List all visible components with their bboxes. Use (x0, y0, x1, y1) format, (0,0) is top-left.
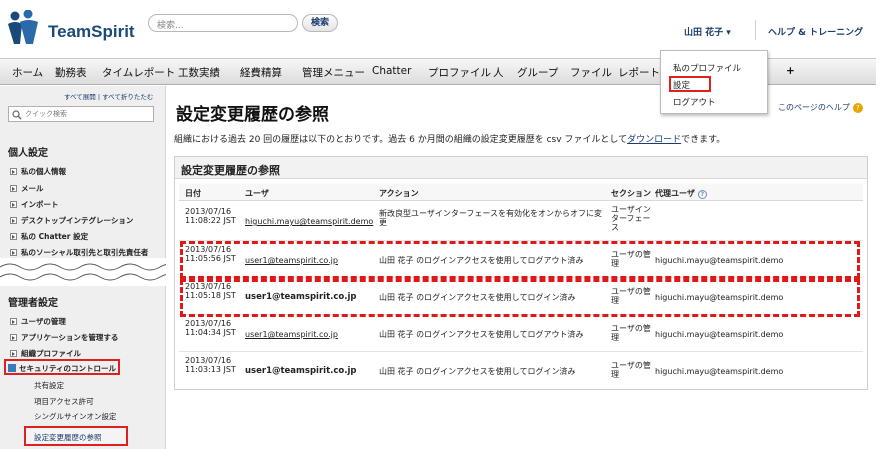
help-question-icon: ? (852, 103, 863, 113)
column-header-action: アクション (379, 189, 419, 198)
expand-icon (10, 233, 17, 240)
sidebar-item-import[interactable]: インポート (10, 199, 59, 210)
search-icon (12, 110, 22, 120)
search-button[interactable]: 検索 (302, 14, 338, 32)
tab-time-report[interactable]: タイムレポート (102, 65, 175, 80)
sidebar-item-company-profile[interactable]: 組織プロファイル (10, 348, 81, 359)
row-delegate-user: higuchi.mayu@teamspirit.demo (655, 367, 784, 376)
expand-icon (10, 168, 17, 175)
page-title: 設定変更履歴の参照 (176, 105, 329, 125)
user-dropdown-menu: 私のプロファイル 設定 ログアウト (660, 50, 768, 114)
table-row: 2013/07/16 11:04:34 JST user1@teamspirit… (179, 316, 863, 352)
column-header-section: セクション (611, 189, 651, 198)
column-header-delegate-user: 代理ユーザ? (655, 188, 707, 199)
teamspirit-logo[interactable]: TeamSpirit (6, 8, 135, 48)
admin-settings-heading: 管理者設定 (8, 298, 58, 309)
section-break-wave (0, 258, 166, 286)
tab-timesheet[interactable]: 勤務表 (55, 65, 87, 80)
row-section: ユーザの管理 (611, 324, 651, 342)
expand-icon (10, 249, 17, 256)
sidebar-subitem-sharing-settings[interactable]: 共有設定 (34, 380, 64, 391)
table-header: 日付 ユーザ アクション セクション 代理ユーザ? (179, 184, 863, 201)
column-header-date: 日付 (185, 189, 201, 198)
page-description: 組織における過去 20 回の履歴は以下のとおりです。過去 6 か月間の組織の設定… (174, 135, 726, 145)
sidebar-item-desktop-integration[interactable]: デスクトップインテグレーション (10, 215, 133, 226)
help-training-link[interactable]: ヘルプ & トレーニング (768, 25, 863, 38)
dropdown-my-profile[interactable]: 私のプロファイル (673, 62, 741, 74)
row-date: 2013/07/16 11:08:22 JST (185, 207, 236, 225)
table-row: 2013/07/16 11:08:22 JST higuchi.mayu@tea… (179, 203, 863, 241)
row-delegate-user: higuchi.mayu@teamspirit.demo (655, 330, 784, 339)
row-user-link[interactable]: user1@teamspirit.co.jp (245, 367, 375, 376)
sidebar-subitem-field-access[interactable]: 項目アクセス許可 (34, 396, 94, 407)
tab-chatter[interactable]: Chatter (372, 65, 411, 77)
row-user-link[interactable]: higuchi.mayu@teamspirit.demo (245, 217, 375, 226)
sidebar-item-manage-apps[interactable]: アプリケーションを管理する (10, 332, 118, 343)
sidebar-item-security-controls[interactable]: セキュリティのコントロール (8, 363, 116, 374)
row-action: 新改良型ユーザインターフェースを有効化をオンからオフに変更 (379, 209, 602, 227)
expand-icon (10, 350, 17, 357)
expand-icon (10, 217, 17, 224)
sidebar-item-manage-users[interactable]: ユーザの管理 (10, 316, 66, 327)
sidebar-item-chatter-settings[interactable]: 私の Chatter 設定 (10, 231, 88, 242)
sidebar-item-email[interactable]: メール (10, 183, 44, 194)
row-action: 山田 花子 のログインアクセスを使用してログイン済み (379, 367, 576, 376)
column-header-user: ユーザ (245, 189, 269, 198)
row-date: 2013/07/16 11:03:13 JST (185, 356, 236, 374)
tab-files[interactable]: ファイル (570, 65, 612, 80)
quick-find-input[interactable]: クイック検索 (8, 106, 154, 122)
tab-expenses[interactable]: 経費精算 (240, 65, 282, 80)
logo-figure-icon (8, 10, 38, 44)
quick-find-placeholder: クイック検索 (25, 110, 67, 118)
row-date: 2013/07/16 11:04:34 JST (185, 319, 236, 337)
personal-settings-heading: 個人設定 (8, 148, 48, 159)
user-menu[interactable]: 山田 花子 ▾ (684, 25, 731, 38)
sidebar-subitem-setup-audit-trail[interactable]: 設定変更履歴の参照 (24, 426, 128, 446)
tab-home[interactable]: ホーム (12, 65, 43, 80)
row-section: ユーザインターフェース (611, 205, 651, 232)
header-divider (755, 20, 756, 40)
row-section: ユーザの管理 (611, 361, 651, 379)
expand-icon (10, 201, 17, 208)
collapse-icon (8, 364, 16, 372)
dropdown-logout[interactable]: ログアウト (673, 96, 716, 108)
setup-sidebar: すべて展開 | すべて折りたたむ クイック検索 個人設定 私の個人情報 メール … (0, 86, 166, 449)
highlight-login-row (180, 279, 860, 317)
expand-collapse-all[interactable]: すべて展開 | すべて折りたたむ (64, 91, 153, 101)
expand-icon (10, 334, 17, 341)
settings-highlight-box (669, 76, 711, 92)
row-action: 山田 花子 のログインアクセスを使用してログアウト済み (379, 330, 584, 339)
sidebar-subitem-single-sign-on[interactable]: シングルサインオン設定 (34, 411, 117, 422)
row-user-link[interactable]: user1@teamspirit.co.jp (245, 330, 375, 339)
panel-header: 設定変更履歴の参照 (175, 157, 867, 179)
setup-audit-trail-label: 設定変更履歴の参照 (34, 433, 102, 442)
tab-people[interactable]: 人 (493, 65, 504, 80)
help-icon[interactable]: ? (697, 190, 707, 199)
tab-work-results[interactable]: 工数実績 (178, 65, 220, 80)
expand-icon (10, 185, 17, 192)
page-help-link[interactable]: このページのヘルプ? (778, 102, 863, 113)
tab-reports[interactable]: レポート (618, 65, 660, 80)
highlight-logout-row (180, 241, 860, 279)
add-tab-icon[interactable]: + (786, 65, 795, 77)
download-link[interactable]: ダウンロード (627, 135, 681, 145)
table-row: 2013/07/16 11:03:13 JST user1@teamspirit… (179, 353, 863, 389)
sidebar-item-social-accounts[interactable]: 私のソーシャル取引先と取引先責任者 (10, 247, 148, 258)
sidebar-item-personal-info[interactable]: 私の個人情報 (10, 166, 66, 177)
logo-text: TeamSpirit (48, 22, 135, 41)
tab-admin-menu[interactable]: 管理メニュー (302, 65, 365, 80)
tab-groups[interactable]: グループ (517, 65, 558, 80)
tab-profile[interactable]: プロファイル (428, 65, 491, 80)
expand-icon (10, 318, 17, 325)
panel-title: 設定変更履歴の参照 (181, 164, 280, 177)
global-search-input[interactable]: 検索... (148, 14, 298, 32)
